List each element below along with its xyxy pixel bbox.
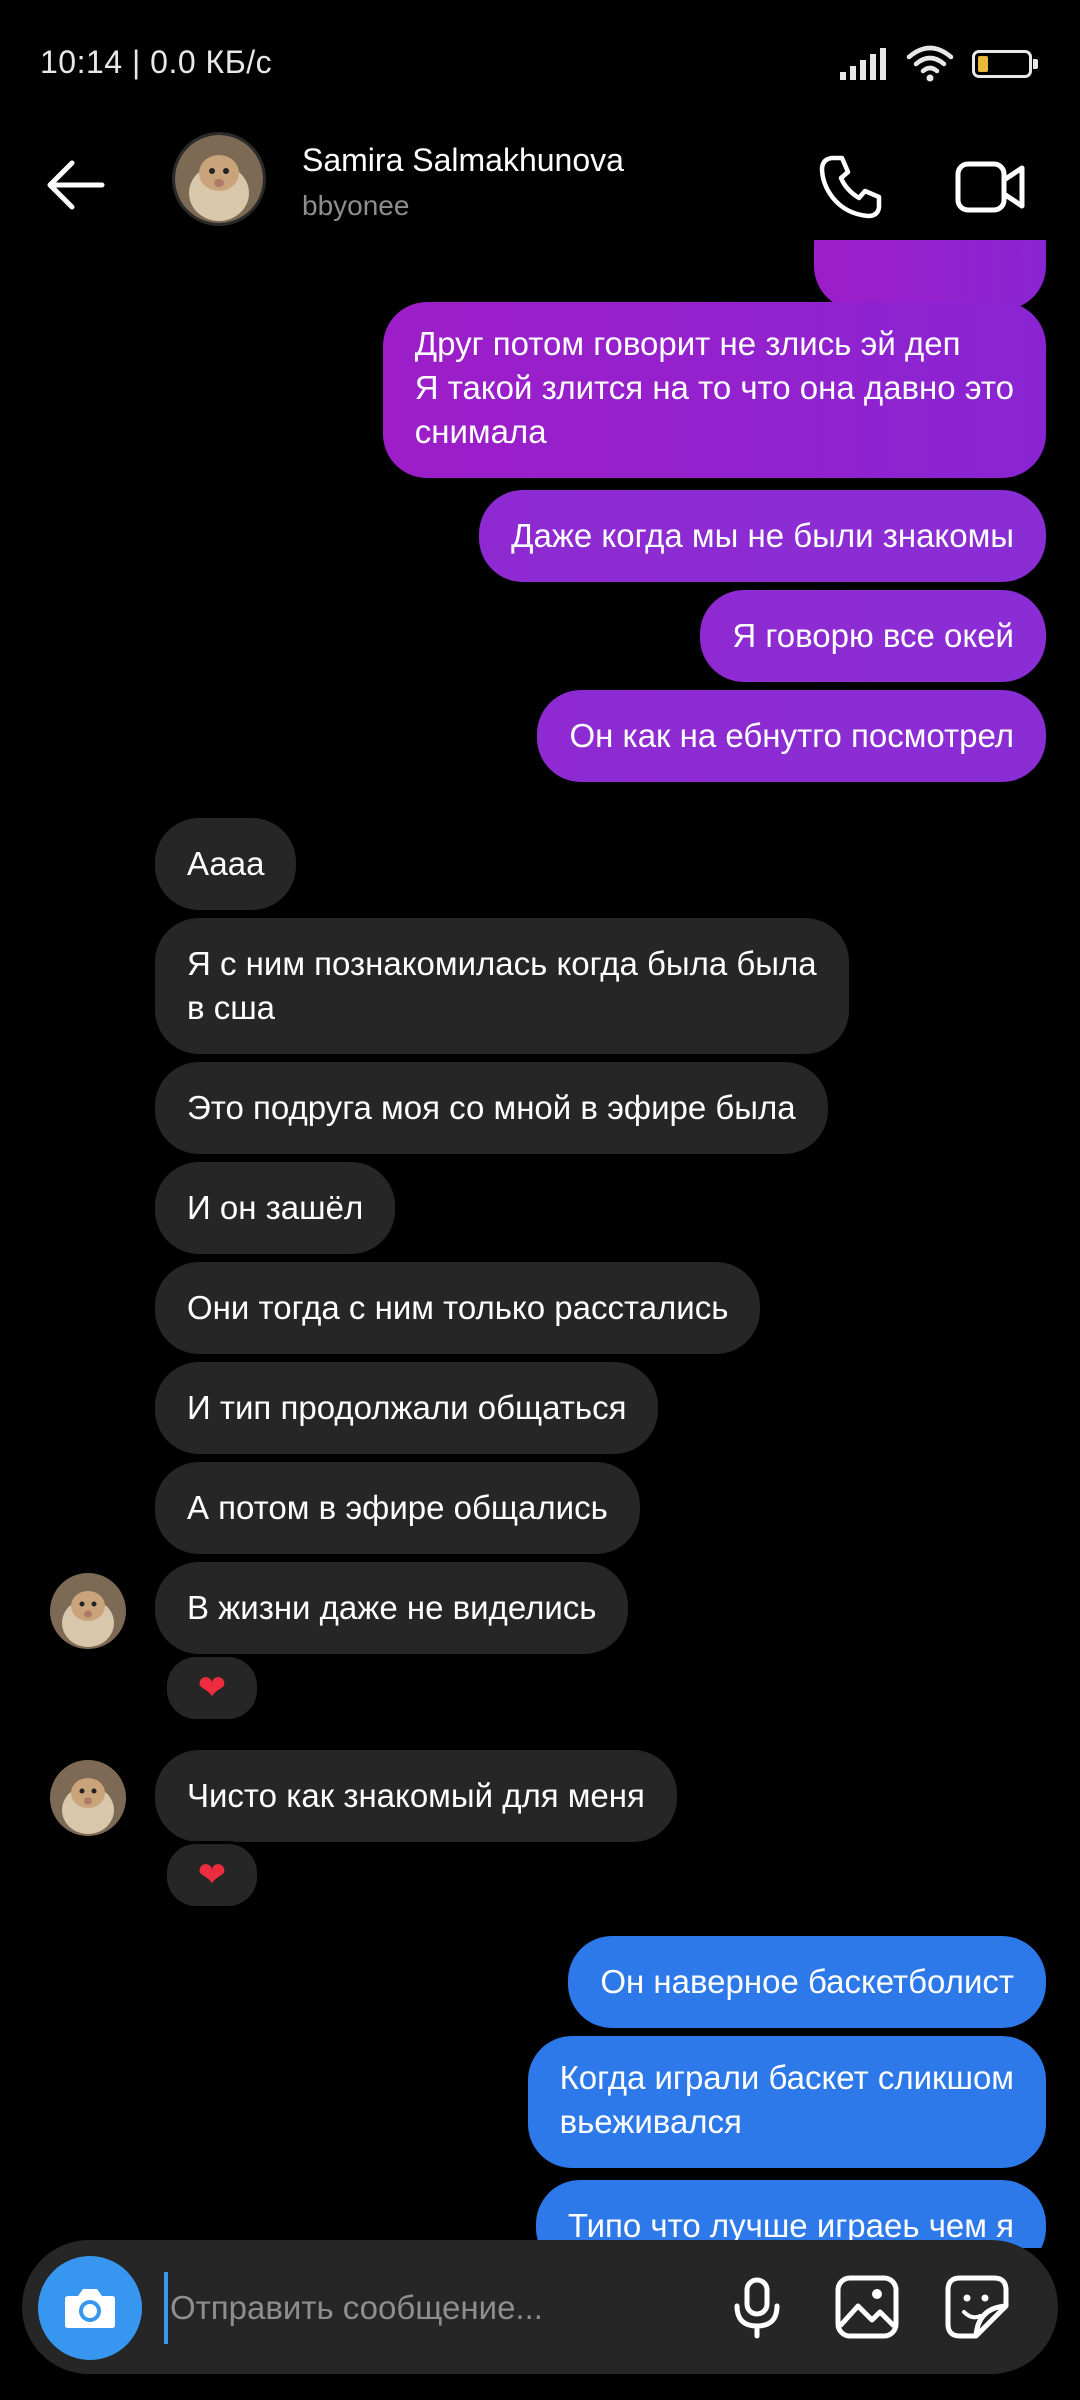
message-bubble[interactable]: Они тогда с ним только расстались [155,1262,761,1354]
message-bubble[interactable]: Друг потом говорит не злись эй деп Я так… [382,302,1046,478]
microphone-icon[interactable] [722,2272,792,2342]
heart-icon: ❤ [197,1669,227,1707]
contact-name[interactable]: Samira Salmakhunova [302,142,624,179]
message-bubble[interactable]: Чисто как знакомый для меня [155,1750,677,1842]
message-bubble[interactable]: Даже когда мы не были знакомы [479,490,1046,582]
video-camera-icon[interactable] [954,150,1028,224]
gallery-icon[interactable] [832,2272,902,2342]
message-bubble[interactable]: А потом в эфире общались [155,1462,640,1554]
message-bubble-partial [814,240,1046,310]
message-bubble[interactable]: И тип продолжали общаться [155,1362,659,1454]
battery-level: 6 [997,55,1007,72]
chat-header: Samira Salmakhunova bbyonee [0,130,1080,250]
avatar[interactable] [172,132,266,226]
camera-button[interactable] [38,2256,142,2360]
phone-icon[interactable] [812,148,890,226]
message-bubble[interactable]: Он наверное баскетболист [568,1936,1046,2028]
message-composer [22,2240,1058,2374]
message-bubble[interactable]: Типо что лучше играеь чем я [535,2180,1046,2248]
contact-username[interactable]: bbyonee [302,190,409,222]
heart-reaction[interactable]: ❤ [164,1654,260,1722]
status-icons: 6 [838,44,1038,84]
status-bar: 10:14 | 0.0 КБ/с 6 [0,0,1080,130]
heart-icon: ❤ [197,1856,227,1894]
message-bubble[interactable]: Аааа [155,818,297,910]
message-input[interactable] [164,2272,732,2344]
message-bubble[interactable]: Он как на ебнутго посмотрел [537,690,1046,782]
message-bubble[interactable]: Когда играли баскет сликшом вьеживался [527,2036,1046,2168]
sender-avatar[interactable] [50,1760,126,1836]
message-bubble[interactable]: Я с ним познакомилась когда была была в … [155,918,849,1054]
message-bubble[interactable]: Это подруга моя со мной в эфире была [155,1062,828,1154]
heart-reaction[interactable]: ❤ [164,1841,260,1909]
message-list[interactable]: Друг потом говорит не злись эй деп Я так… [0,240,1080,2248]
back-arrow-icon[interactable] [40,148,114,222]
camera-icon [65,2289,115,2328]
battery-icon: 6 [972,50,1038,78]
status-time: 10:14 | 0.0 КБ/с [40,44,273,80]
signal-icon [840,48,886,80]
sender-avatar[interactable] [50,1573,126,1649]
message-bubble[interactable]: Я говорю все окей [700,590,1046,682]
wifi-icon [906,45,954,82]
message-bubble[interactable]: В жизни даже не виделись [155,1562,629,1654]
message-bubble[interactable]: И он зашёл [155,1162,396,1254]
sticker-icon[interactable] [942,2272,1012,2342]
